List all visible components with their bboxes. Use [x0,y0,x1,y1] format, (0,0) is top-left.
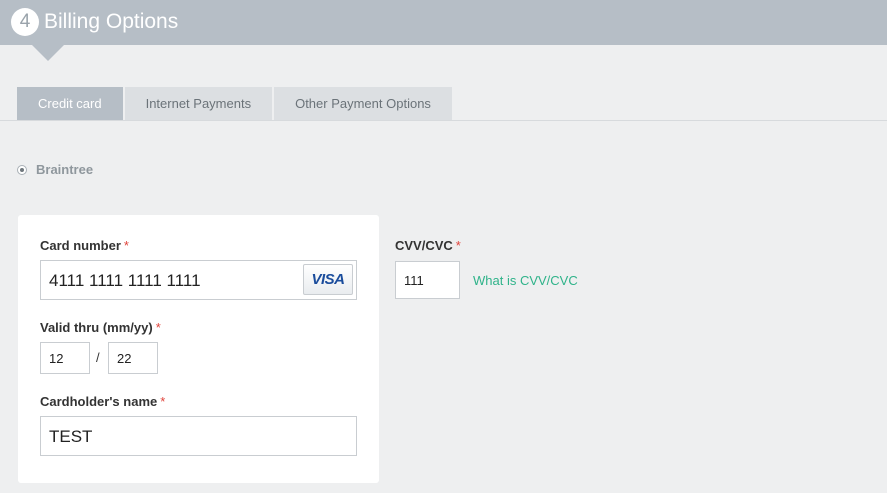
tabs-divider [0,120,887,121]
card-details-panel: Card number * 4111 1111 1111 1111 VISA Va… [18,215,379,483]
expiry-month-value: 12 [49,351,64,366]
card-number-field[interactable]: 4111 1111 1111 1111 VISA [40,260,357,300]
tab-internet-payments[interactable]: Internet Payments [124,87,273,120]
cvv-value: 111 [404,273,424,288]
required-marker: * [455,238,461,253]
tab-other-payment-options[interactable]: Other Payment Options [274,87,452,120]
cardholder-name-field[interactable]: TEST [40,416,357,456]
visa-card-icon: VISA [303,264,353,295]
cvv-label: CVV/CVC * [395,238,461,253]
card-number-value: 4111 1111 1111 1111 [49,271,201,290]
expiry-year-value: 22 [117,351,132,366]
expiry-year-field[interactable]: 22 [108,342,158,374]
payment-tabs: Credit card Internet Payments Other Paym… [17,87,454,120]
header-pointer-arrow [32,45,64,61]
required-marker: * [123,238,129,253]
braintree-label: Braintree [36,162,94,177]
card-number-label: Card number * [40,238,129,253]
cardholder-name-value: TEST [49,427,93,446]
step-number-badge: 4 [11,8,39,36]
tab-credit-card[interactable]: Credit card [17,87,123,120]
expiry-separator: / [96,350,100,365]
cvv-field[interactable]: 111 [395,261,460,299]
expiry-month-field[interactable]: 12 [40,342,90,374]
section-title: Billing Options [44,10,179,33]
cardholder-name-label: Cardholder's name * [40,394,166,409]
payment-method-option[interactable]: Braintree [17,162,93,177]
required-marker: * [160,394,166,409]
section-header: 4 Billing Options [0,0,887,45]
valid-thru-label: Valid thru (mm/yy) * [40,320,161,335]
braintree-radio[interactable] [17,164,27,175]
required-marker: * [155,320,161,335]
what-is-cvv-link[interactable]: What is CVV/CVC [473,273,578,288]
